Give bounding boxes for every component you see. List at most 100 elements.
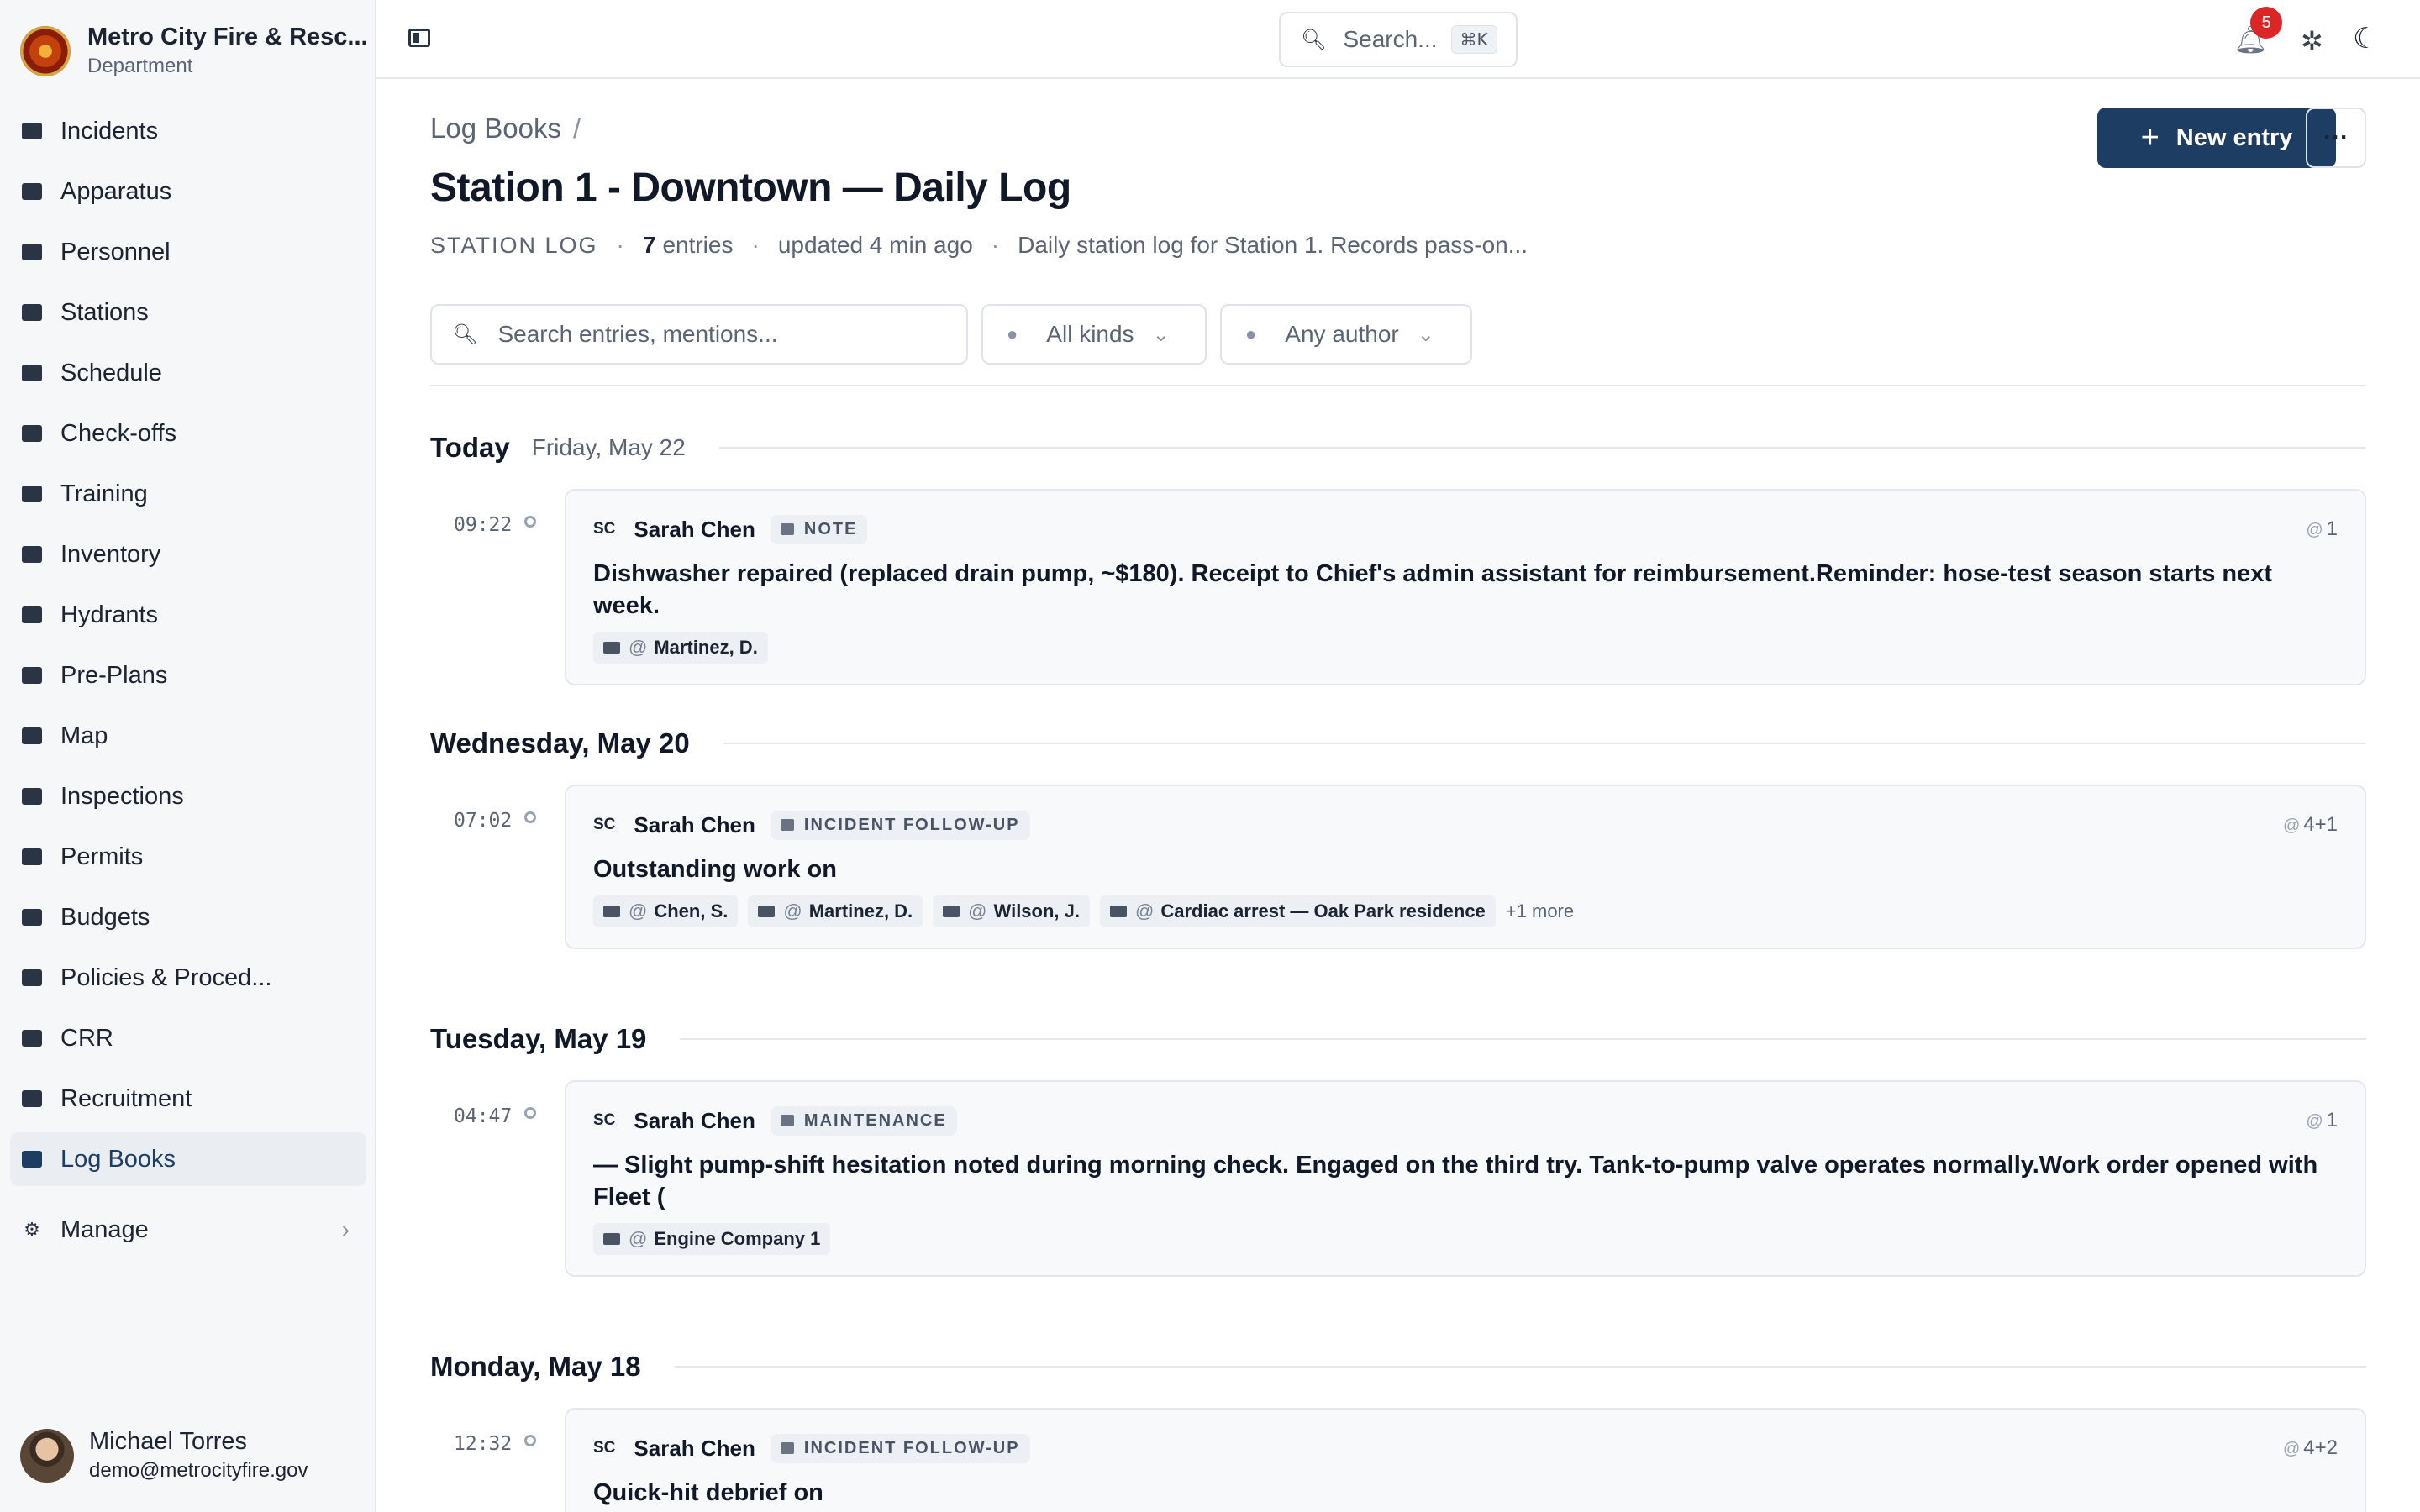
sidebar-item-recruitment[interactable]: Recruitment <box>10 1072 366 1126</box>
sidebar-item-incidents[interactable]: Incidents <box>10 104 366 158</box>
brand[interactable]: Metro City Fire & Resc... Department <box>20 24 368 78</box>
mention-count: @1 <box>2306 1109 2338 1131</box>
sidebar-item-label: Policies & Proced... <box>60 963 272 991</box>
day-group-header: Monday, May 18 <box>430 1351 2366 1383</box>
timeline-dot <box>524 1435 536 1446</box>
building-icon <box>20 664 44 687</box>
sidebar-item-hydrants[interactable]: Hydrants <box>10 588 366 642</box>
sidebar-item-inventory[interactable]: Inventory <box>10 528 366 581</box>
handshake-icon <box>20 1087 44 1110</box>
sidebar-item-crr[interactable]: CRR <box>10 1011 366 1065</box>
mention-tag[interactable]: @ Engine Company 1 <box>593 1223 831 1255</box>
author-filter-label: Any author <box>1285 321 1399 347</box>
hub-icon[interactable]: ✲ <box>2301 25 2323 57</box>
global-search-placeholder: Search... <box>1343 26 1438 52</box>
sidebar-item-label: Incidents <box>60 117 159 144</box>
id-card-icon <box>943 906 960 917</box>
notification-badge: 5 <box>2250 7 2282 39</box>
apparatus-icon <box>20 180 44 203</box>
entry-time: 09:22 <box>454 514 513 536</box>
sidebar-item-check-offs[interactable]: Check-offs <box>10 407 366 460</box>
entry-count: 7 <box>642 232 656 258</box>
user-name: Michael Torres <box>89 1428 248 1455</box>
sidebar-item-label: Stations <box>60 298 149 326</box>
budget-icon <box>20 906 44 929</box>
log-entry[interactable]: SC Sarah Chen INCIDENT FOLLOW-UP @4+2 Qu… <box>565 1408 2366 1512</box>
mention-count: @1 <box>2306 517 2338 540</box>
author-initials: SC <box>593 816 616 833</box>
sidebar-item-schedule[interactable]: Schedule <box>10 346 366 400</box>
entry-author: Sarah Chen <box>634 1107 755 1133</box>
incidents-icon <box>20 119 44 143</box>
siren-icon <box>780 819 794 831</box>
sidebar-item-map[interactable]: Map <box>10 709 366 763</box>
author-filter-select[interactable]: ● Any author ⌄ <box>1220 304 1472 365</box>
new-entry-button[interactable]: + New entry <box>2097 108 2336 168</box>
sidebar-item-label: Pre-Plans <box>60 661 168 689</box>
sidebar-item-inspections[interactable]: Inspections <box>10 769 366 823</box>
logbook-icon <box>20 1147 44 1171</box>
entry-time: 07:02 <box>454 810 513 832</box>
sidebar-item-pre-plans[interactable]: Pre-Plans <box>10 648 366 702</box>
entry-time: 04:47 <box>454 1105 513 1127</box>
mention-tag[interactable]: @ Wilson, J. <box>933 895 1090 927</box>
entries-search-input[interactable]: 🔍︎ Search entries, mentions... <box>430 304 968 365</box>
wrench-icon <box>780 1115 794 1126</box>
entry-author: Sarah Chen <box>634 1435 755 1461</box>
entry-word: entries <box>662 232 734 258</box>
more-mentions[interactable]: +1 more <box>1506 900 1574 922</box>
sidebar-item-label: Personnel <box>60 238 171 265</box>
user-profile[interactable]: Michael Torres demo@metrocityfire.gov <box>20 1428 308 1483</box>
sidebar-toggle-icon[interactable] <box>408 29 430 47</box>
sidebar-item-label: Hydrants <box>60 601 159 628</box>
kind-filter-select[interactable]: ● All kinds ⌄ <box>981 304 1207 365</box>
id-card-icon <box>603 642 620 654</box>
inspection-icon <box>20 785 44 808</box>
entry-body: Quick-hit debrief on <box>593 1479 823 1506</box>
entry-kind-badge: INCIDENT FOLLOW-UP <box>770 1433 1030 1463</box>
log-entry[interactable]: SC Sarah Chen MAINTENANCE @1 — Slight pu… <box>565 1080 2366 1277</box>
sidebar-item-policies[interactable]: Policies & Proced... <box>10 951 366 1005</box>
sidebar-item-label: Apparatus <box>60 177 172 205</box>
sidebar-item-personnel[interactable]: Personnel <box>10 225 366 279</box>
more-options-button[interactable]: ··· <box>2306 108 2366 168</box>
mention-tag[interactable]: @ Cardiac arrest — Oak Park residence <box>1100 895 1496 927</box>
note-icon <box>780 523 794 535</box>
sidebar-item-manage[interactable]: ⚙ Manage › <box>10 1203 366 1257</box>
hydrant-icon <box>20 603 44 627</box>
sidebar-item-training[interactable]: Training <box>10 467 366 521</box>
sidebar-item-stations[interactable]: Stations <box>10 286 366 339</box>
sidebar-item-label: Inspections <box>60 782 184 810</box>
sidebar-item-label: Manage <box>60 1215 149 1243</box>
permit-icon <box>20 845 44 869</box>
sidebar-item-apparatus[interactable]: Apparatus <box>10 165 366 218</box>
mention-count: @4+2 <box>2282 1436 2338 1459</box>
mention-tag[interactable]: @ Martinez, D. <box>593 632 768 664</box>
new-entry-label: New entry <box>2175 123 2293 151</box>
breadcrumb-log-books[interactable]: Log Books <box>430 113 561 144</box>
mention-tag[interactable]: @ Chen, S. <box>593 895 739 927</box>
log-entry[interactable]: SC Sarah Chen INCIDENT FOLLOW-UP @4+1 Ou… <box>565 785 2366 949</box>
sidebar-item-label: Schedule <box>60 359 162 386</box>
sidebar-item-label: Check-offs <box>60 419 177 447</box>
clipboard-icon <box>20 422 44 445</box>
global-search[interactable]: 🔍︎ Search... ⌘K <box>1279 12 1518 67</box>
sidebar-item-budgets[interactable]: Budgets <box>10 890 366 944</box>
book-icon <box>20 966 44 990</box>
day-title: Tuesday, May 19 <box>430 1023 647 1054</box>
incident-icon <box>1110 906 1127 917</box>
mention-tag[interactable]: @ Martinez, D. <box>748 895 923 927</box>
sidebar-item-log-books[interactable]: Log Books <box>10 1132 366 1186</box>
author-initials: SC <box>593 1439 616 1457</box>
id-card-icon <box>758 906 776 917</box>
timeline-dot <box>524 516 536 528</box>
entry-body: Outstanding work on <box>593 856 837 883</box>
chevron-down-icon: ⌄ <box>1417 323 1434 346</box>
log-entry[interactable]: SC Sarah Chen NOTE @1 Dishwasher repaire… <box>565 489 2366 685</box>
sidebar-item-permits[interactable]: Permits <box>10 830 366 884</box>
entry-author: Sarah Chen <box>634 811 755 837</box>
moon-icon[interactable]: ☾ <box>2353 22 2378 55</box>
divider <box>430 385 2366 386</box>
day-title: Today <box>430 432 510 463</box>
entry-body: Dishwasher repaired (replaced drain pump… <box>593 560 2273 619</box>
